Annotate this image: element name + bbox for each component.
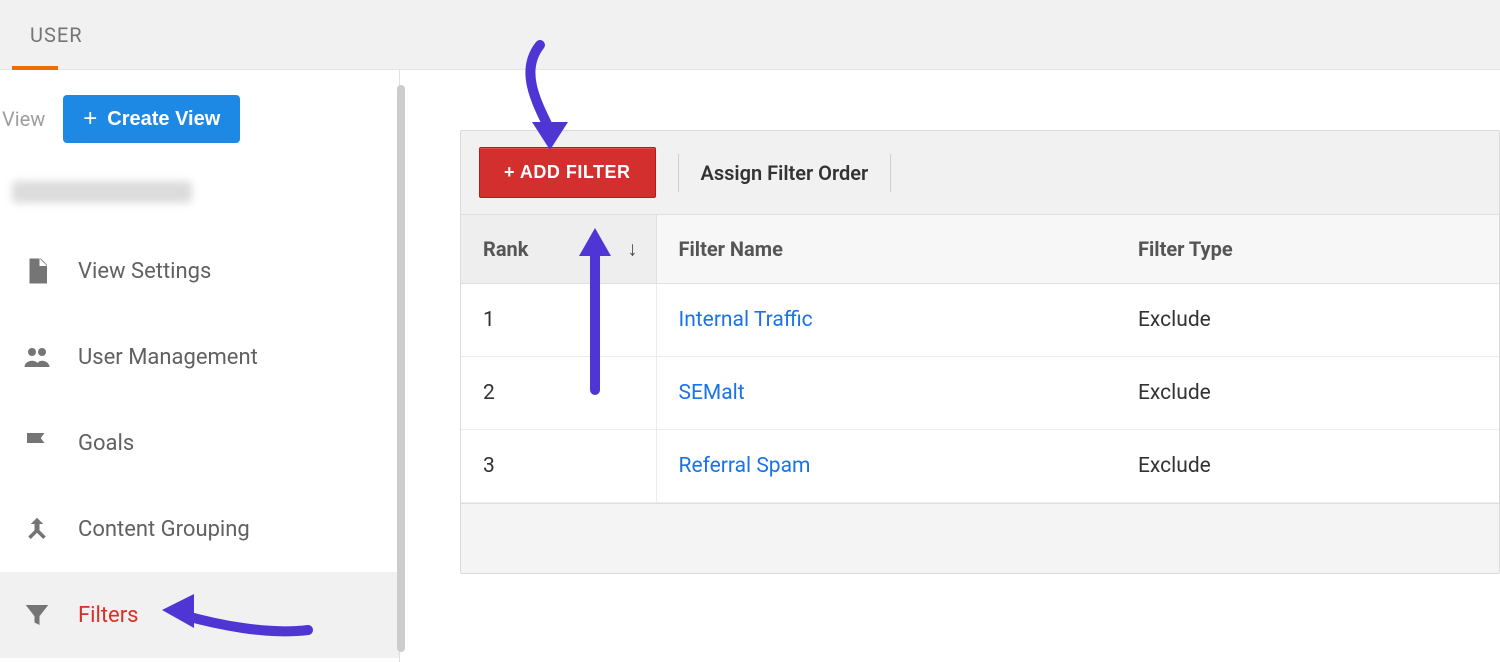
sidebar-item-label: View Settings	[78, 259, 211, 284]
cell-rank: 3	[461, 430, 656, 503]
merge-icon	[22, 514, 52, 544]
filter-link[interactable]: SEMalt	[679, 381, 745, 405]
filter-link[interactable]: Referral Spam	[679, 454, 811, 478]
assign-filter-order-label: Assign Filter Order	[701, 161, 869, 185]
table-row: 3 Referral Spam Exclude	[461, 430, 1499, 503]
view-row: View + Create View	[2, 95, 399, 163]
add-filter-button[interactable]: + ADD FILTER	[479, 147, 656, 198]
view-label: View	[2, 107, 45, 131]
tab-user[interactable]: USER	[0, 0, 113, 69]
toolbar-divider	[678, 154, 679, 192]
sidebar-item-label: Goals	[78, 431, 134, 456]
col-filter-name[interactable]: Filter Name	[656, 215, 1116, 284]
cell-name: Internal Traffic	[656, 284, 1116, 357]
document-icon	[22, 256, 52, 286]
col-rank-label: Rank	[483, 237, 528, 261]
table-header-row: Rank ↓ Filter Name Filter Type	[461, 215, 1499, 284]
add-filter-label: + ADD FILTER	[504, 162, 631, 182]
main-content: + ADD FILTER Assign Filter Order Rank ↓	[400, 70, 1500, 662]
content-container: View + Create View View Settings U	[0, 70, 1500, 662]
sidebar-nav: View Settings User Management Goals	[0, 228, 399, 658]
sidebar-scrollbar[interactable]	[397, 85, 405, 652]
create-view-label: Create View	[107, 108, 220, 131]
table-body: 1 Internal Traffic Exclude 2 SEMalt Excl…	[461, 284, 1499, 503]
top-tabbar: USER	[0, 0, 1500, 70]
sidebar-item-view-settings[interactable]: View Settings	[0, 228, 399, 314]
table-footer	[461, 503, 1499, 573]
cell-name: Referral Spam	[656, 430, 1116, 503]
sidebar-item-filters[interactable]: Filters	[0, 572, 399, 658]
redacted-text	[12, 181, 192, 203]
tab-user-label: USER	[30, 23, 83, 47]
sidebar-item-content-grouping[interactable]: Content Grouping	[0, 486, 399, 572]
cell-type: Exclude	[1116, 430, 1499, 503]
sidebar-item-user-management[interactable]: User Management	[0, 314, 399, 400]
plus-icon: +	[83, 107, 97, 131]
sidebar-item-goals[interactable]: Goals	[0, 400, 399, 486]
col-type-label: Filter Type	[1138, 237, 1233, 261]
sidebar-item-label: Filters	[78, 603, 139, 628]
col-name-label: Filter Name	[679, 237, 783, 261]
toolbar-divider	[890, 154, 891, 192]
cell-type: Exclude	[1116, 357, 1499, 430]
funnel-icon	[22, 600, 52, 630]
flag-icon	[22, 428, 52, 458]
sort-down-icon: ↓	[628, 237, 638, 262]
cell-rank: 2	[461, 357, 656, 430]
cell-rank: 1	[461, 284, 656, 357]
col-filter-type[interactable]: Filter Type	[1116, 215, 1499, 284]
filters-table: Rank ↓ Filter Name Filter Type 1	[461, 215, 1499, 503]
table-row: 1 Internal Traffic Exclude	[461, 284, 1499, 357]
sidebar-item-label: User Management	[78, 345, 258, 370]
filters-panel: + ADD FILTER Assign Filter Order Rank ↓	[460, 130, 1500, 574]
sidebar: View + Create View View Settings U	[0, 70, 400, 662]
col-rank[interactable]: Rank ↓	[461, 215, 656, 284]
create-view-button[interactable]: + Create View	[63, 95, 240, 143]
panel-toolbar: + ADD FILTER Assign Filter Order	[461, 131, 1499, 215]
users-icon	[22, 342, 52, 372]
active-tab-underline	[12, 66, 58, 70]
filter-link[interactable]: Internal Traffic	[679, 308, 813, 332]
cell-name: SEMalt	[656, 357, 1116, 430]
cell-type: Exclude	[1116, 284, 1499, 357]
sidebar-item-label: Content Grouping	[78, 517, 250, 542]
assign-filter-order-link[interactable]: Assign Filter Order	[701, 161, 869, 185]
table-row: 2 SEMalt Exclude	[461, 357, 1499, 430]
